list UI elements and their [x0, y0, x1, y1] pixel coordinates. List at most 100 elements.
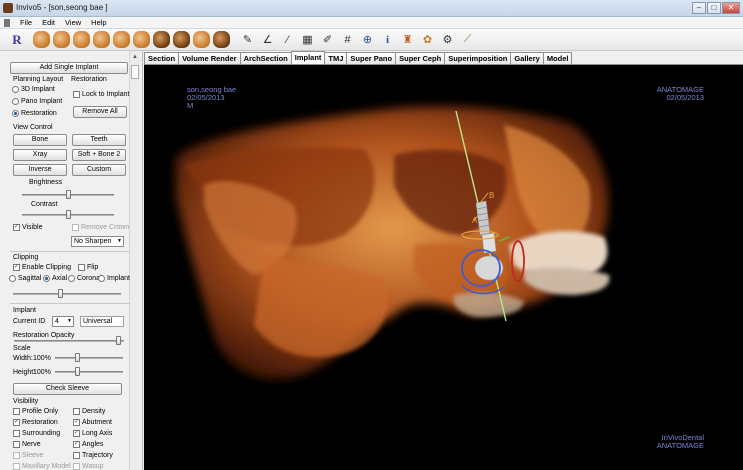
view-right-icon[interactable] — [73, 31, 90, 48]
brand-bottom: InVivoDental ANATOMAGE — [657, 434, 704, 450]
tab-implant[interactable]: Implant — [290, 51, 326, 64]
flip-checkbox[interactable]: Flip — [78, 264, 98, 271]
opacity-knob[interactable] — [116, 336, 121, 345]
clipping-knob[interactable] — [58, 289, 63, 298]
teeth-button[interactable]: Teeth — [72, 134, 126, 146]
scroll-thumb[interactable] — [131, 65, 139, 79]
tab-gallery[interactable]: Gallery — [510, 52, 544, 64]
xray-button[interactable]: Xray — [13, 149, 67, 161]
density-checkbox[interactable]: Density — [73, 408, 105, 415]
view-top-icon[interactable] — [113, 31, 130, 48]
restoration-checkbox[interactable]: ✓ Restoration — [13, 419, 58, 426]
info-icon[interactable]: i — [379, 31, 396, 48]
brightness-knob[interactable] — [66, 190, 71, 199]
brush-icon[interactable]: ⟋ — [459, 31, 476, 48]
implant-label-a: A — [472, 216, 478, 225]
contrast-label: Contrast — [31, 201, 58, 208]
maxillary-model-checkbox[interactable]: Maxillary Model — [13, 463, 71, 470]
implant-type-field[interactable]: Universal — [80, 316, 124, 327]
bell-icon[interactable]: ♜ — [399, 31, 416, 48]
bone-button[interactable]: Bone — [13, 134, 67, 146]
menu-help[interactable]: Help — [91, 18, 106, 27]
tab-section[interactable]: Section — [144, 52, 180, 64]
grid-icon[interactable]: # — [339, 31, 356, 48]
layout-pano-radio[interactable]: Pano Implant — [12, 98, 62, 105]
brightness-slider[interactable] — [22, 190, 114, 199]
view-left-icon[interactable] — [53, 31, 70, 48]
tab-superimposition[interactable]: Superimposition — [444, 52, 512, 64]
width-value: 100% — [33, 355, 51, 362]
measure-icon[interactable]: ✎ — [239, 31, 256, 48]
height-slider[interactable] — [55, 367, 123, 376]
clip-coronal-radio[interactable]: Coronal — [68, 275, 102, 282]
close-button[interactable]: ✕ — [722, 2, 740, 14]
menu-view[interactable]: View — [65, 18, 81, 27]
clipping-slider[interactable] — [13, 289, 121, 298]
crosshair-icon[interactable]: ⊕ — [359, 31, 376, 48]
menu-file[interactable]: File — [20, 18, 32, 27]
width-knob[interactable] — [75, 353, 80, 362]
view-skull-icon[interactable] — [153, 31, 170, 48]
3d-viewport[interactable]: B A son,seong bae 02/05/2013 M ANATOMAGE… — [144, 64, 743, 470]
enable-clipping-checkbox[interactable]: ✓ Enable Clipping — [13, 264, 71, 271]
sidebar-scrollbar[interactable]: ▲ — [129, 51, 140, 470]
settings-icon[interactable]: ⚙ — [439, 31, 456, 48]
tab-model[interactable]: Model — [542, 52, 573, 64]
layout-3d-radio[interactable]: 3D Implant — [12, 86, 55, 93]
width-slider[interactable] — [55, 353, 123, 362]
layout-restoration-radio[interactable]: Restoration — [12, 110, 57, 117]
tab-archsection[interactable]: ArchSection — [239, 52, 292, 64]
inverse-button[interactable]: Inverse — [13, 164, 67, 176]
view-back-icon[interactable] — [93, 31, 110, 48]
sharpen-select[interactable]: No Sharpen ▼ — [71, 236, 124, 247]
clip-axial-radio[interactable]: Axial — [43, 275, 67, 282]
custom-button[interactable]: Custom — [72, 164, 126, 176]
view-jaw-icon[interactable] — [173, 31, 190, 48]
remove-all-button[interactable]: Remove All — [73, 106, 127, 118]
brand-bottom-company: ANATOMAGE — [656, 441, 704, 450]
tag-icon[interactable]: ✿ — [419, 31, 436, 48]
clip-implant-radio[interactable]: Implant — [98, 275, 130, 282]
trajectory-checkbox[interactable]: Trajectory — [73, 452, 113, 459]
document-icon — [4, 18, 10, 27]
clip-sagittal-radio[interactable]: Sagittal — [9, 275, 41, 282]
surrounding-checkbox[interactable]: Surrounding — [13, 430, 60, 437]
scroll-up-icon[interactable]: ▲ — [131, 53, 139, 62]
long-axis-checkbox[interactable]: ✓ Long Axis — [73, 430, 112, 437]
remove-crown-checkbox[interactable]: Remove Crown — [72, 224, 129, 231]
waxup-checkbox[interactable]: Waxup — [73, 463, 104, 470]
menu-edit[interactable]: Edit — [42, 18, 55, 27]
contrast-slider[interactable] — [22, 210, 114, 219]
height-knob[interactable] — [75, 367, 80, 376]
chevron-down-icon: ▼ — [117, 238, 122, 244]
sleeve-checkbox[interactable]: Sleeve — [13, 452, 43, 459]
tab-volume-render[interactable]: Volume Render — [178, 52, 241, 64]
nerve-checkbox[interactable]: Nerve — [13, 441, 41, 448]
add-single-implant-button[interactable]: Add Single Implant — [10, 62, 128, 74]
lock-to-implant-checkbox[interactable]: Lock to Implant — [73, 91, 129, 98]
profile-only-checkbox[interactable]: Profile Only — [13, 408, 58, 415]
current-id-select[interactable]: 4 ▼ — [52, 316, 74, 327]
view-tooth-icon[interactable] — [213, 31, 230, 48]
maximize-button[interactable]: □ — [707, 2, 721, 14]
minimize-button[interactable]: – — [692, 2, 706, 14]
edit-icon[interactable]: ✐ — [319, 31, 336, 48]
angle-icon[interactable]: ∠ — [259, 31, 276, 48]
annotate-icon[interactable]: ▦ — [299, 31, 316, 48]
angles-checkbox[interactable]: ✓ Angles — [73, 441, 103, 448]
reset-button[interactable]: R — [10, 31, 24, 48]
tab-tmj[interactable]: TMJ — [324, 52, 348, 64]
abutment-checkbox[interactable]: ✓ Abutment — [73, 419, 112, 426]
pen-icon[interactable]: ⁄ — [279, 31, 296, 48]
view-bottom-icon[interactable] — [133, 31, 150, 48]
soft-bone-button[interactable]: Soft + Bone 2 — [72, 149, 126, 161]
app-icon — [3, 3, 13, 13]
check-sleeve-button[interactable]: Check Sleeve — [13, 383, 122, 395]
tab-super-pano[interactable]: Super Pano — [346, 52, 397, 64]
visible-checkbox[interactable]: ✓ Visible — [13, 224, 43, 231]
tab-super-ceph[interactable]: Super Ceph — [395, 52, 446, 64]
view-profile-icon[interactable] — [193, 31, 210, 48]
contrast-knob[interactable] — [66, 210, 71, 219]
restoration-opacity-slider[interactable] — [14, 336, 124, 345]
view-front-icon[interactable] — [33, 31, 50, 48]
